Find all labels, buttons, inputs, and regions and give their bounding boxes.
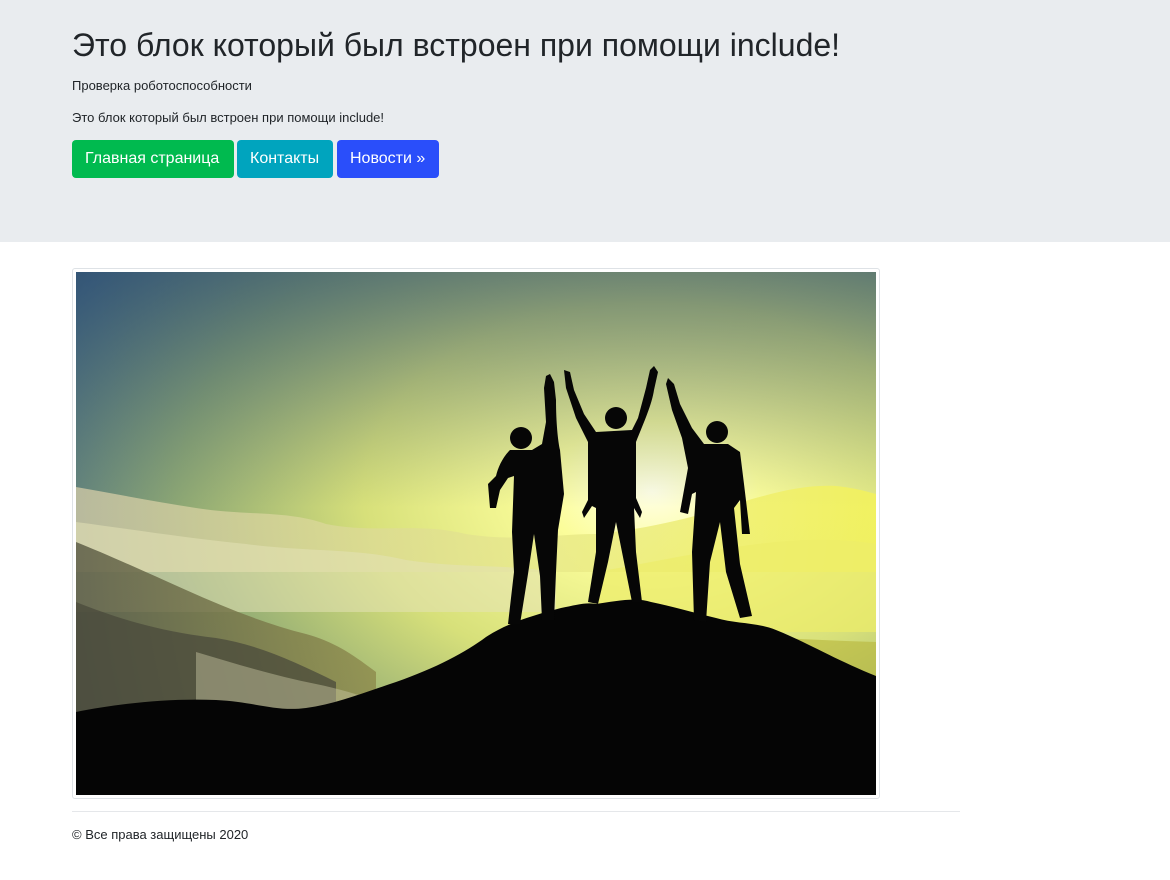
hero-image (76, 272, 876, 795)
footer-copyright: © Все права защищены 2020 (72, 827, 249, 842)
home-page-button[interactable]: Главная страница (72, 140, 234, 178)
footer-divider (72, 811, 960, 812)
page-title: Это блок который был встроен при помощи … (72, 27, 841, 63)
contacts-button[interactable]: Контакты (237, 140, 333, 178)
lead-text: Это блок который был встроен при помощи … (72, 110, 385, 125)
subtitle-text: Проверка роботоспособности (72, 78, 252, 93)
news-button[interactable]: Новости » (337, 140, 439, 178)
nav-button-group: Главная страница Контакты Новости » (72, 140, 439, 178)
jumbotron-header: Это блок который был встроен при помощи … (0, 0, 1170, 242)
hero-image-frame (72, 268, 880, 799)
